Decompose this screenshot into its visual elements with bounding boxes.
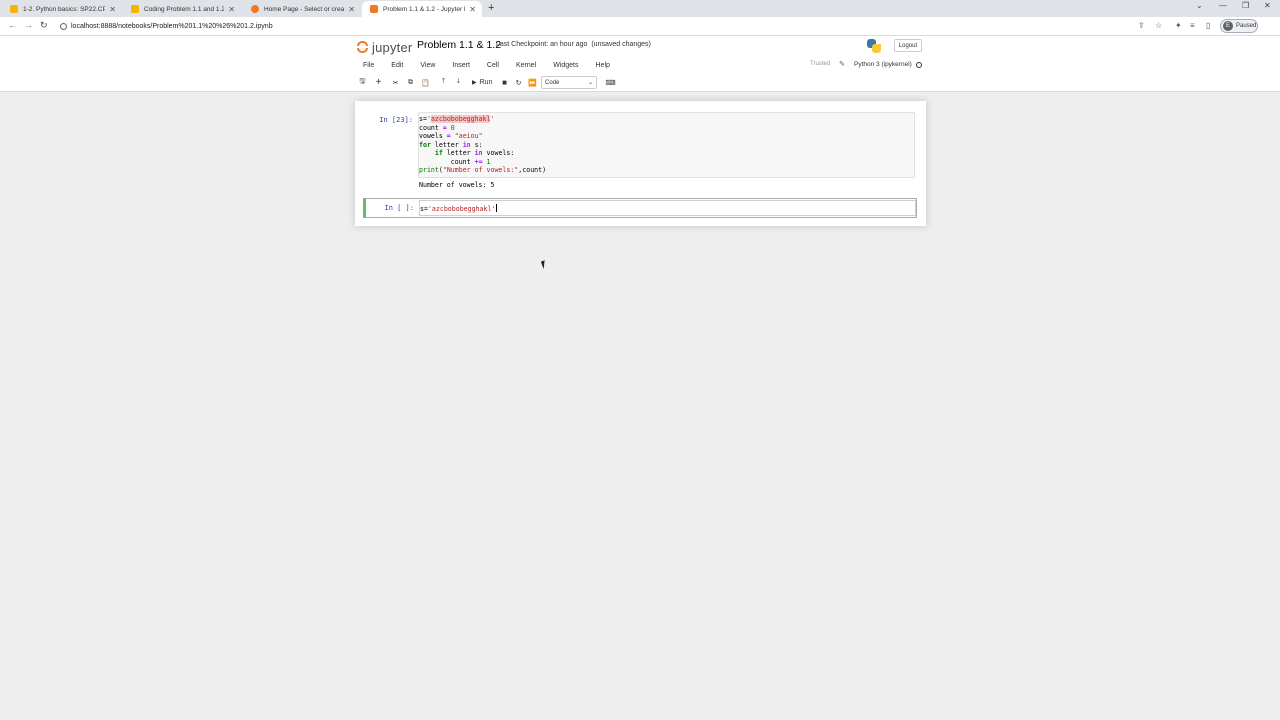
bookmark-star-icon[interactable]: ☆ — [1155, 21, 1162, 30]
unsaved-changes-label: (unsaved changes) — [591, 41, 651, 48]
insert-cell-below-icon[interactable]: + — [372, 76, 385, 89]
command-palette-icon[interactable]: ⌨ — [604, 76, 617, 89]
code-line: for letter in s: — [419, 140, 483, 149]
kernel-idle-indicator-icon — [916, 62, 922, 68]
profile-status: Paused — [1236, 23, 1257, 29]
input-prompt: In [ ]: — [384, 204, 414, 212]
canvas-favicon-icon — [131, 5, 139, 13]
close-tab-icon[interactable]: ✕ — [228, 5, 235, 14]
menu-edit[interactable]: Edit — [391, 60, 403, 72]
share-icon[interactable]: ⇪ — [1138, 21, 1145, 30]
jupyter-favicon-icon — [251, 5, 259, 13]
cut-cells-icon[interactable]: ✂ — [389, 76, 402, 89]
reload-icon[interactable]: ↻ — [40, 20, 48, 31]
extensions-icon[interactable]: ✦ — [1175, 21, 1182, 30]
tab-search-icon[interactable]: ⌄ — [1196, 1, 1203, 10]
browser-tab-2[interactable]: Coding Problem 1.1 and 1.2 ✕ — [123, 1, 241, 17]
code-cell-2-selected[interactable]: In [ ]: s='azcbobobegghakl' — [363, 198, 917, 218]
minimize-icon[interactable]: — — [1219, 1, 1227, 10]
browser-tab-4-active[interactable]: Problem 1.1 & 1.2 - Jupyter Note ✕ — [362, 1, 482, 17]
url-text: localhost:8888/notebooks/Problem%201.1%2… — [71, 23, 273, 30]
forward-arrow-icon[interactable]: → — [24, 20, 33, 30]
code-line: count = 0 — [419, 123, 455, 132]
trusted-indicator[interactable]: Trusted — [810, 61, 830, 67]
code-line: vowels = "aeiou" — [419, 132, 483, 140]
cell-output: Number of vowels: 5 — [419, 181, 495, 189]
cell-type-select[interactable]: Code ⌄ — [541, 76, 597, 89]
browser-tab-3[interactable]: Home Page - Select or create a n ✕ — [243, 1, 361, 17]
text-cursor — [496, 204, 498, 212]
browser-address-bar: ← → ↻ localhost:8888/notebooks/Problem%2… — [0, 17, 1280, 36]
close-tab-icon[interactable]: ✕ — [348, 5, 355, 14]
move-cell-up-icon[interactable]: 🡑 — [437, 76, 450, 89]
logout-button[interactable]: Logout — [894, 39, 922, 52]
jupyter-logo[interactable]: jupyter — [356, 39, 412, 55]
code-editor[interactable]: s='azcbobobegghakl' count = 0 vowels = "… — [418, 112, 915, 178]
jupyter-notebook-favicon-icon — [370, 5, 378, 13]
chevron-down-icon: ⌄ — [587, 80, 593, 86]
restore-icon[interactable]: ❐ — [1242, 1, 1249, 10]
url-field[interactable]: localhost:8888/notebooks/Problem%201.1%2… — [60, 20, 1130, 33]
close-tab-icon[interactable]: ✕ — [109, 5, 116, 14]
site-info-icon[interactable] — [60, 23, 67, 30]
jupyter-header: jupyter Problem 1.1 & 1.2 Last Checkpoin… — [0, 36, 1280, 92]
notebook-title[interactable]: Problem 1.1 & 1.2 — [417, 39, 501, 51]
mouse-pointer-icon — [540, 258, 552, 270]
notebook-container: In [23]: s='azcbobobegghakl' count = 0 v… — [355, 101, 926, 226]
code-line: print("Number of vowels:",count) — [419, 166, 547, 174]
move-cell-down-icon[interactable]: 🡓 — [452, 76, 465, 89]
menu-view[interactable]: View — [420, 60, 435, 72]
back-arrow-icon[interactable]: ← — [8, 20, 17, 30]
python-logo-icon — [867, 39, 881, 53]
canvas-favicon-icon — [10, 5, 18, 13]
reading-list-icon[interactable]: ≡ — [1190, 21, 1195, 30]
jupyter-logo-icon — [356, 40, 370, 54]
code-line: if letter in vowels: — [434, 149, 515, 157]
menu-cell[interactable]: Cell — [487, 60, 499, 72]
kernel-name[interactable]: Python 3 (ipykernel) — [854, 61, 912, 68]
code-line: s='azcbobobegghakl' — [420, 204, 498, 213]
avatar: E — [1223, 21, 1233, 31]
menu-help[interactable]: Help — [596, 60, 610, 72]
input-prompt: In [23]: — [379, 116, 413, 124]
run-button[interactable]: ▶ Run — [469, 76, 495, 89]
menu-insert[interactable]: Insert — [452, 60, 470, 72]
menu-widgets[interactable]: Widgets — [553, 60, 578, 72]
side-panel-icon[interactable]: ▯ — [1206, 21, 1210, 30]
close-tab-icon[interactable]: ✕ — [469, 5, 476, 14]
menu-kernel[interactable]: Kernel — [516, 60, 536, 72]
code-line: count += 1 — [450, 157, 491, 166]
checkpoint-status: Last Checkpoint: an hour ago (unsaved ch… — [496, 41, 651, 48]
menu-file[interactable]: File — [363, 60, 374, 72]
close-window-icon[interactable]: ✕ — [1264, 1, 1271, 10]
play-icon: ▶ — [472, 80, 477, 86]
paste-cells-icon[interactable]: 📋 — [419, 76, 432, 89]
restart-run-all-icon[interactable]: ⏩ — [526, 76, 539, 89]
edit-pencil-icon[interactable]: ✎ — [839, 60, 845, 68]
copy-cells-icon[interactable]: ⧉ — [404, 76, 417, 89]
restart-kernel-icon[interactable]: ↻ — [512, 76, 525, 89]
menu-bar: File Edit View Insert Cell Kernel Widget… — [356, 60, 627, 72]
new-tab-button[interactable]: + — [488, 2, 494, 14]
browser-tab-1[interactable]: 1-2. Python basics: SP22.CPSC.2 ✕ — [2, 1, 122, 17]
save-icon[interactable]: 🖫 — [356, 76, 369, 89]
code-editor-active[interactable]: s='azcbobobegghakl' — [419, 200, 916, 216]
browser-tab-strip: 1-2. Python basics: SP22.CPSC.2 ✕ Coding… — [0, 0, 1280, 17]
interrupt-kernel-icon[interactable]: ■ — [498, 76, 511, 89]
code-line: s='azcbobobegghakl' — [419, 115, 495, 123]
profile-button[interactable]: E Paused — [1220, 19, 1258, 33]
